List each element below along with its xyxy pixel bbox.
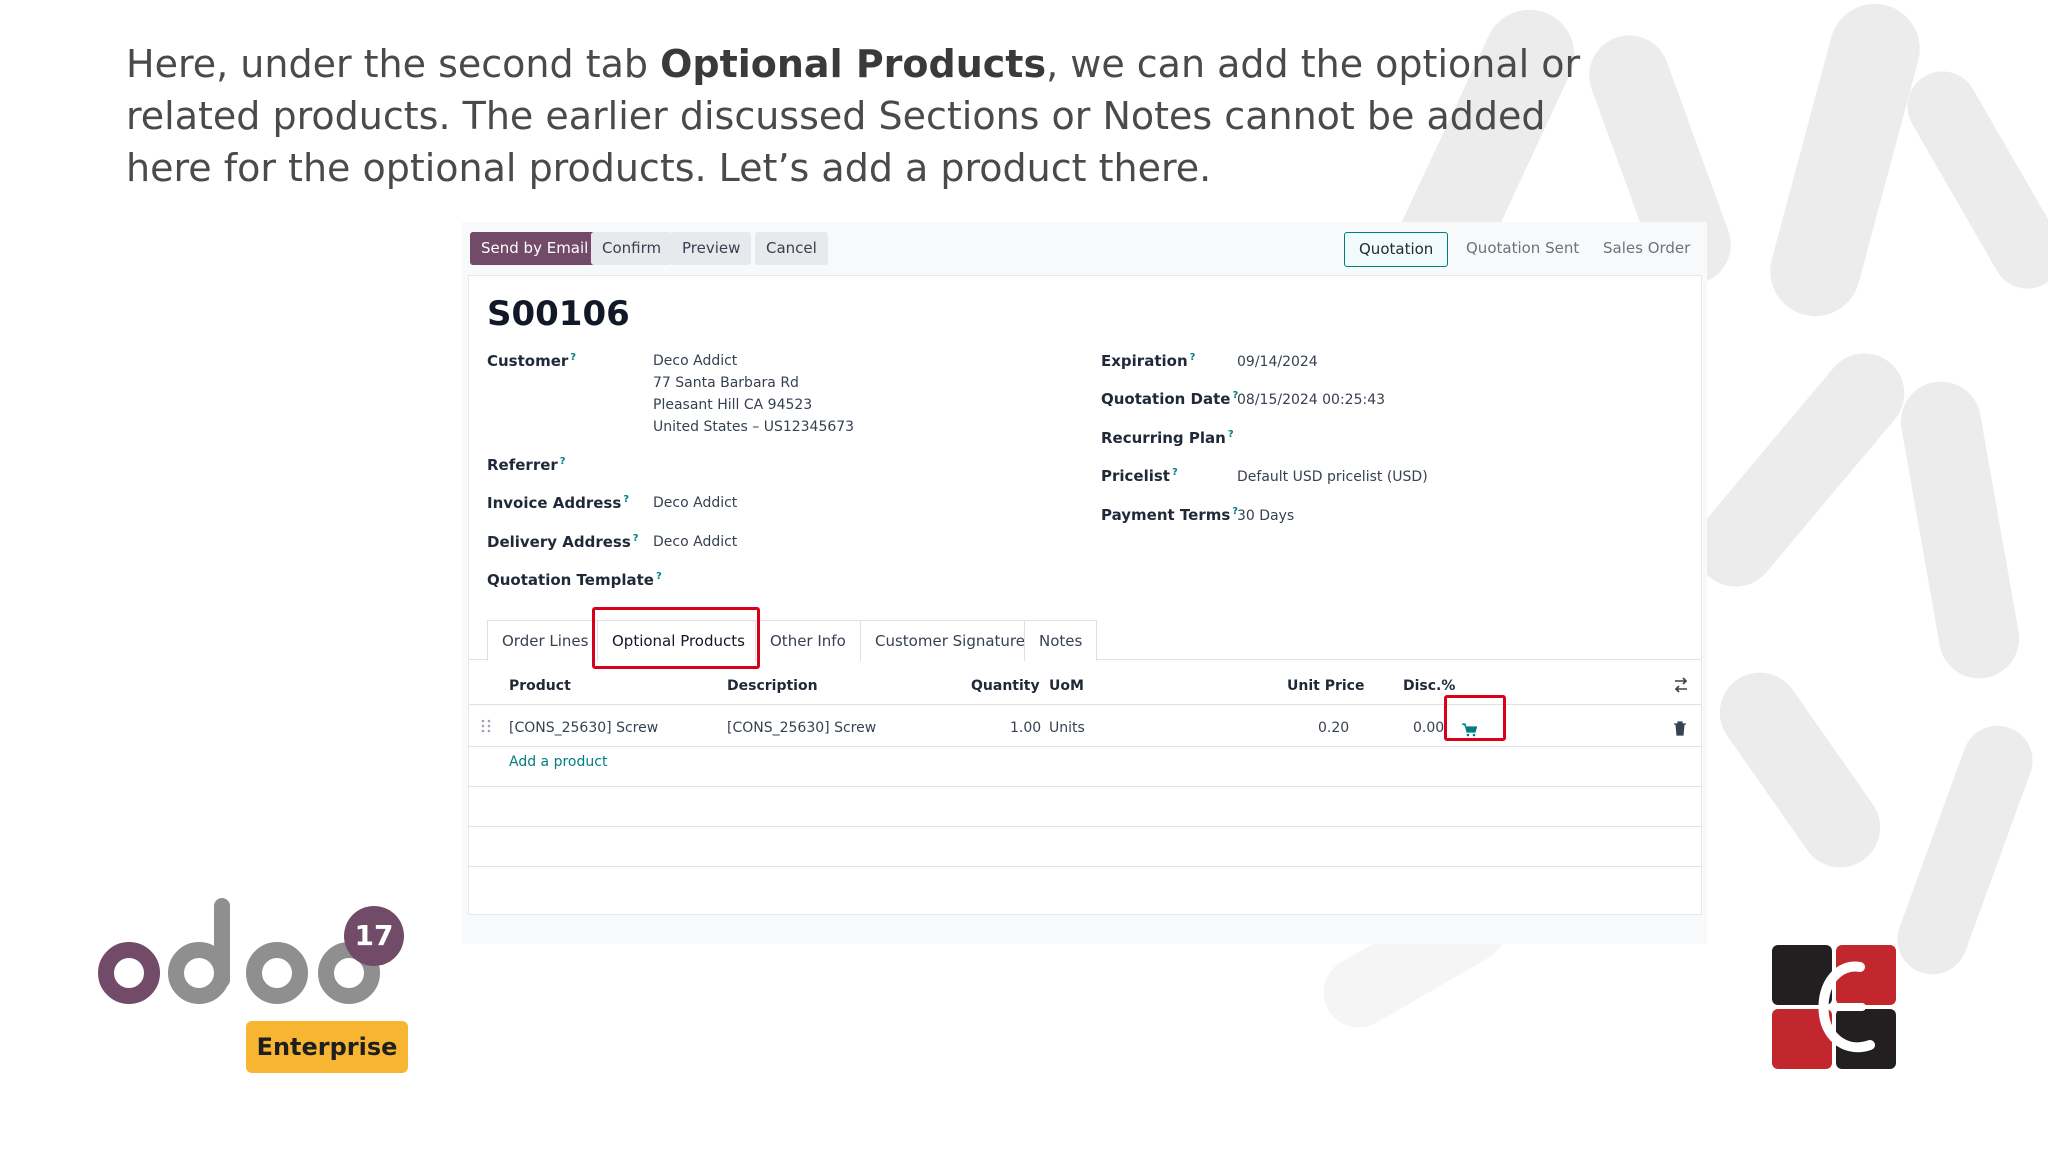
column-disc[interactable]: Disc.% <box>1403 678 1455 694</box>
tab-notes[interactable]: Notes <box>1024 620 1098 661</box>
cancel-button[interactable]: Cancel <box>755 232 828 265</box>
customer-address-3: United States – US12345673 <box>653 419 855 435</box>
customer-label: Customer? <box>487 352 577 370</box>
row-divider <box>469 746 1701 747</box>
quotation-date-field[interactable]: 08/15/2024 00:25:43 <box>1237 389 1385 411</box>
preview-button[interactable]: Preview <box>671 232 752 265</box>
tab-order-lines[interactable]: Order Lines <box>487 620 604 661</box>
enterprise-badge: Enterprise <box>246 1021 408 1073</box>
pricelist-field[interactable]: Default USD pricelist (USD) <box>1237 466 1428 488</box>
cell-product[interactable]: [CONS_25630] Screw <box>509 720 658 736</box>
invoice-address-label: Invoice Address? <box>487 494 630 512</box>
payment-terms-label: Payment Terms? <box>1101 506 1239 524</box>
tab-customer-signature[interactable]: Customer Signature <box>860 620 1040 661</box>
cell-unit-price[interactable]: 0.20 <box>1318 720 1349 736</box>
delete-trash-icon[interactable] <box>1673 720 1687 740</box>
form-toolbar: Send by Email Confirm Preview Cancel Quo… <box>462 222 1707 276</box>
customer-field[interactable]: Deco Addict 77 Santa Barbara Rd Pleasant… <box>653 350 854 438</box>
column-quantity[interactable]: Quantity <box>971 678 1040 694</box>
version-badge: 17 <box>344 906 404 966</box>
tab-other-info[interactable]: Other Info <box>755 620 861 661</box>
payment-terms-field[interactable]: 30 Days <box>1237 505 1294 527</box>
row-divider <box>469 786 1701 787</box>
add-a-product-link[interactable]: Add a product <box>509 754 607 770</box>
caption-text-1: Here, under the second tab <box>126 42 661 86</box>
column-unit-price[interactable]: Unit Price <box>1287 678 1364 694</box>
recurring-plan-label: Recurring Plan? <box>1101 429 1234 447</box>
cell-uom[interactable]: Units <box>1049 720 1085 736</box>
cell-description[interactable]: [CONS_25630] Screw <box>727 720 876 736</box>
pricelist-label: Pricelist? <box>1101 467 1178 485</box>
odoo-screenshot: Send by Email Confirm Preview Cancel Quo… <box>462 222 1707 944</box>
company-logo-icon <box>1772 945 1896 1069</box>
send-by-email-button[interactable]: Send by Email <box>470 232 600 265</box>
column-settings-icon[interactable] <box>1673 677 1689 697</box>
customer-name: Deco Addict <box>653 353 738 369</box>
row-divider <box>469 826 1701 827</box>
row-divider <box>469 704 1701 705</box>
invoice-address-field[interactable]: Deco Addict <box>653 492 737 514</box>
highlight-optional-products-tab <box>592 607 760 669</box>
quotation-template-label: Quotation Template? <box>487 571 662 589</box>
caption-bold: Optional Products <box>660 42 1047 86</box>
delivery-address-label: Delivery Address? <box>487 533 639 551</box>
status-sales-order[interactable]: Sales Order <box>1603 232 1690 265</box>
confirm-button[interactable]: Confirm <box>591 232 673 265</box>
slide-caption: Here, under the second tab Optional Prod… <box>126 38 1586 194</box>
column-description[interactable]: Description <box>727 678 818 694</box>
column-uom[interactable]: UoM <box>1049 678 1084 694</box>
quotation-date-label: Quotation Date? <box>1101 390 1239 408</box>
drag-handle-icon[interactable] <box>481 718 491 738</box>
customer-address-1: 77 Santa Barbara Rd <box>653 375 799 391</box>
status-quotation[interactable]: Quotation <box>1344 232 1449 267</box>
highlight-cart-icon <box>1444 695 1506 741</box>
customer-address-2: Pleasant Hill CA 94523 <box>653 397 813 413</box>
status-quotation-sent[interactable]: Quotation Sent <box>1466 232 1579 265</box>
column-product[interactable]: Product <box>509 678 571 694</box>
expiration-label: Expiration? <box>1101 352 1196 370</box>
cell-disc[interactable]: 0.00 <box>1413 720 1444 736</box>
expiration-field[interactable]: 09/14/2024 <box>1237 351 1318 373</box>
record-title: S00106 <box>487 294 630 334</box>
row-divider <box>469 866 1701 867</box>
form-sheet: S00106 Customer? Deco Addict 77 Santa Ba… <box>468 275 1702 915</box>
referrer-label: Referrer? <box>487 456 566 474</box>
cell-quantity[interactable]: 1.00 <box>1010 720 1041 736</box>
delivery-address-field[interactable]: Deco Addict <box>653 531 737 553</box>
